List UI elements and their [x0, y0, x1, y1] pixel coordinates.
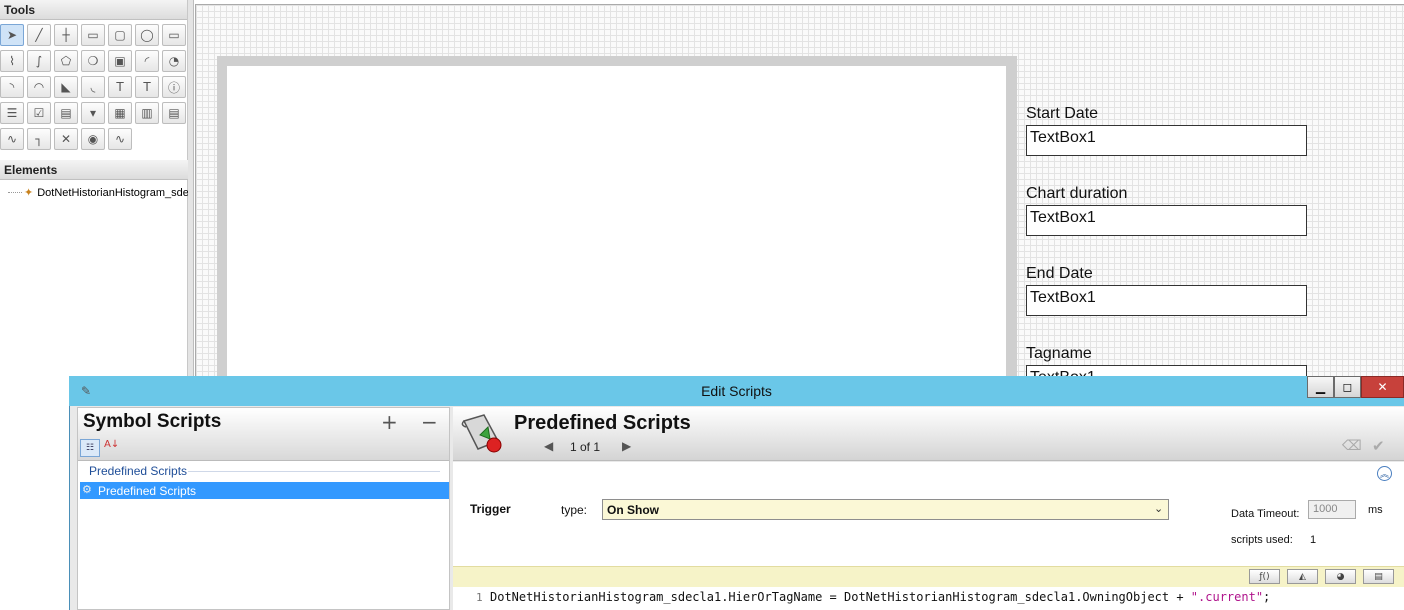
scripts-used-label: scripts used:	[1231, 534, 1293, 546]
pipe-tool-icon[interactable]: ∿	[0, 128, 24, 150]
group-divider	[188, 471, 440, 472]
rectangle-tool-icon[interactable]: ▭	[81, 24, 105, 46]
close-button[interactable]: ✕	[1361, 376, 1404, 398]
scripts-used-value: 1	[1310, 534, 1317, 546]
code-statement: DotNetHistorianHistogram_sdecla1.HierOrT…	[490, 590, 1191, 604]
list-box-tool-icon[interactable]: ▤	[162, 102, 186, 124]
elements-tree-item[interactable]: ✦ DotNetHistorianHistogram_sde	[8, 186, 189, 199]
sort-alphabetical-icon[interactable]: A↓	[104, 439, 119, 450]
function-browser-icon[interactable]: ƒ()	[1249, 569, 1280, 584]
line-tool-icon[interactable]: ╱	[27, 24, 51, 46]
gauge-tool-icon[interactable]: ◉	[81, 128, 105, 150]
script-list-item-label: Predefined Scripts	[98, 484, 197, 498]
graphic-browser-icon[interactable]: ◕	[1325, 569, 1356, 584]
line-number: 1	[476, 591, 483, 604]
timeout-unit-label: ms	[1368, 504, 1383, 516]
chevron-down-icon[interactable]: ⌄	[1154, 502, 1163, 515]
three-point-arc-tool-icon[interactable]: ◟	[81, 76, 105, 98]
script-scroll-icon	[461, 414, 502, 453]
hv-line-tool-icon[interactable]: ┼	[54, 24, 78, 46]
script-icon: ⚙	[82, 484, 92, 496]
script-code-line[interactable]: DotNetHistorianHistogram_sdecla1.HierOrT…	[490, 590, 1270, 604]
pager-text: 1 of 1	[570, 440, 601, 454]
polyline-tool-icon[interactable]: ⌇	[0, 50, 24, 72]
attribute-browser-icon[interactable]: ◭	[1287, 569, 1318, 584]
dialog-titlebar[interactable]: Edit Scripts	[69, 376, 1404, 406]
trigger-type-select[interactable]: On Show	[602, 499, 1169, 520]
chord-tool-icon[interactable]: ◝	[0, 76, 24, 98]
connector-tool-icon[interactable]: ┐	[27, 128, 51, 150]
edit-box-tool-icon[interactable]: ▤	[54, 102, 78, 124]
script-group-label: Predefined Scripts	[89, 464, 188, 478]
previous-page-icon[interactable]: ◀	[544, 439, 553, 453]
chart-duration-textbox[interactable]: TextBox1	[1026, 205, 1307, 236]
two-point-pie-tool-icon[interactable]: ◣	[54, 76, 78, 98]
tagname-label: Tagname	[1026, 345, 1092, 362]
collapse-icon[interactable]: ︽	[1377, 466, 1392, 481]
button-tool-icon[interactable]: ▭	[162, 24, 186, 46]
ellipse-tool-icon[interactable]: ◯	[135, 24, 159, 46]
checkbox-tool-icon[interactable]: ☑	[27, 102, 51, 124]
apply-check-icon[interactable]: ✔	[1372, 437, 1385, 455]
elements-tree-item-label: DotNetHistorianHistogram_sde	[37, 186, 189, 199]
tree-connector	[8, 192, 22, 193]
datetime-tool-icon[interactable]: ▥	[135, 102, 159, 124]
closed-curve-tool-icon[interactable]: ❍	[81, 50, 105, 72]
dialog-app-icon: ✎	[81, 384, 92, 398]
elements-panel-title: Elements	[0, 160, 188, 180]
add-script-button[interactable]: +	[381, 410, 398, 434]
start-date-label: Start Date	[1026, 105, 1099, 122]
symbol-icon: ✦	[24, 187, 34, 199]
two-point-arc-tool-icon[interactable]: ◠	[27, 76, 51, 98]
polygon-tool-icon[interactable]: ⬠	[54, 50, 78, 72]
symbol-scripts-title: Symbol Scripts	[83, 411, 222, 432]
chart-duration-label: Chart duration	[1026, 185, 1128, 202]
eraser-icon[interactable]: ⌫	[1342, 438, 1362, 454]
display-list-icon[interactable]: ▤	[1363, 569, 1394, 584]
data-timeout-label: Data Timeout:	[1231, 508, 1300, 520]
radio-group-tool-icon[interactable]: ☰	[0, 102, 24, 124]
data-timeout-input[interactable]: 1000	[1308, 500, 1356, 519]
pointer-tool-icon[interactable]: ➤	[0, 24, 24, 46]
histogram-chart-area[interactable]	[227, 66, 1006, 396]
image-tool-icon[interactable]: ▣	[108, 50, 132, 72]
arc-tool-icon[interactable]: ◜	[135, 50, 159, 72]
predefined-scripts-title: Predefined Scripts	[514, 412, 691, 434]
curve-tool-icon[interactable]: ∫	[27, 50, 51, 72]
tools-panel-title: Tools	[0, 0, 187, 20]
textbox-tool-icon[interactable]: T	[135, 76, 159, 98]
remove-script-button[interactable]: −	[421, 410, 438, 434]
text-tool-icon[interactable]: T	[108, 76, 132, 98]
pie-tool-icon[interactable]: ◔	[162, 50, 186, 72]
trigger-type-label: type:	[561, 503, 588, 517]
status-tool-icon[interactable]: ⓘ	[162, 76, 186, 98]
categorized-view-icon[interactable]: ☷	[80, 439, 100, 457]
minimize-button[interactable]: ▁	[1307, 376, 1334, 398]
end-date-label: End Date	[1026, 265, 1093, 282]
maximize-button[interactable]: ◻	[1334, 376, 1361, 398]
dialog-title: Edit Scripts	[701, 383, 772, 399]
combo-box-tool-icon[interactable]: ▾	[81, 102, 105, 124]
code-string-literal: ".current"	[1190, 590, 1264, 604]
trigger-label: Trigger	[470, 502, 511, 516]
next-page-icon[interactable]: ▶	[622, 439, 631, 453]
start-date-textbox[interactable]: TextBox1	[1026, 125, 1307, 156]
calendar-tool-icon[interactable]: ▦	[108, 102, 132, 124]
trend-tool-icon[interactable]: ∿	[108, 128, 132, 150]
end-date-textbox[interactable]: TextBox1	[1026, 285, 1307, 316]
rounded-rectangle-tool-icon[interactable]: ▢	[108, 24, 132, 46]
cross-tool-icon[interactable]: ✕	[54, 128, 78, 150]
code-terminator: ;	[1263, 590, 1271, 604]
